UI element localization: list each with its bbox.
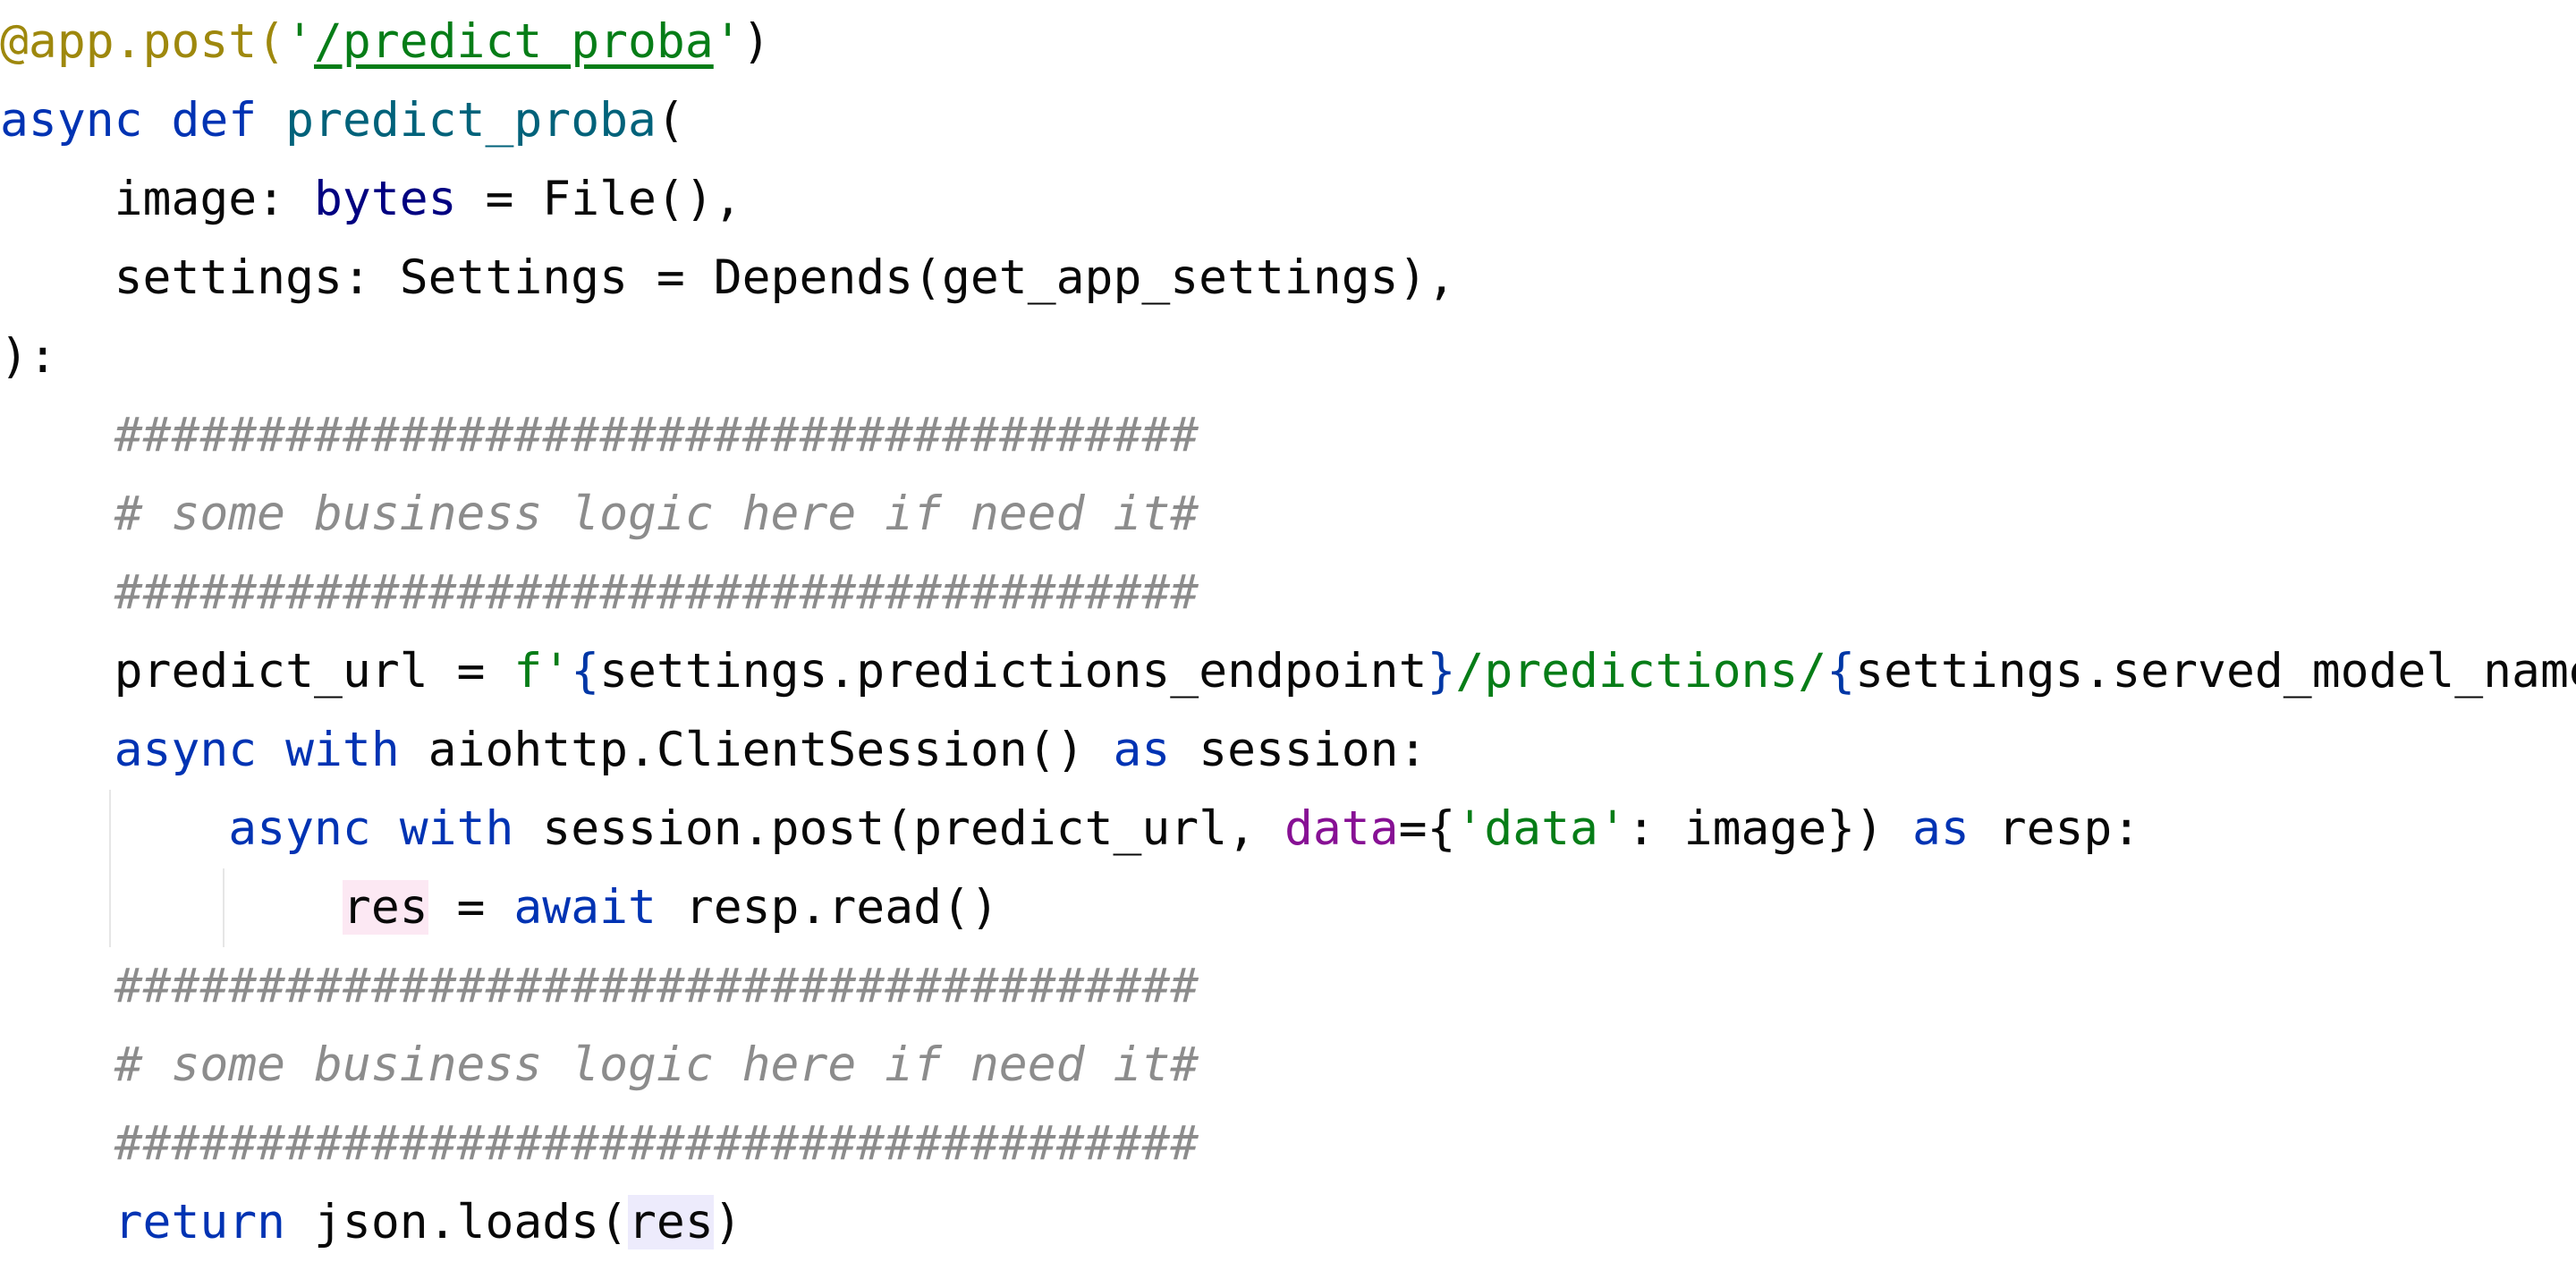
code-token: 'data' [1455,801,1627,856]
code-line[interactable]: ###################################### [0,1105,1199,1183]
code-token: settings.served_model_name [1855,644,2576,699]
code-line[interactable]: # some business logic here if need it# [0,1026,1199,1105]
code-token: /predict_proba [314,14,714,69]
code-token: ###################################### [114,1116,1199,1171]
code-token: ' [713,14,742,69]
code-token: ###################################### [114,408,1199,462]
code-token: { [1826,644,1856,699]
code-token: /predictions/ [1455,644,1827,699]
code-token: } [1427,644,1456,699]
code-token: as [1113,723,1171,777]
code-line[interactable]: return json.loads(res) [0,1183,742,1262]
code-token: data [1284,801,1399,856]
code-line[interactable]: ###################################### [0,554,1199,632]
code-line[interactable]: async with session.post(predict_url, dat… [0,790,2140,868]
code-line[interactable]: predict_url = f'{settings.predictions_en… [0,632,2576,711]
code-token: async [228,801,371,856]
code-token: session.post(predict_url, [513,801,1284,856]
code-token: ( [656,93,685,148]
code-token: image: [114,172,315,226]
code-token: await [513,880,657,935]
code-token: session: [1170,723,1428,777]
code-token: # some business logic here if need it# [114,1038,1199,1092]
code-token: return [114,1195,286,1249]
code-token: bytes [314,172,457,226]
code-token: ###################################### [114,565,1199,620]
code-token: f' [513,644,572,699]
code-token: with [285,723,400,777]
code-line[interactable]: async def predict_proba( [0,81,685,160]
code-token: resp: [1969,801,2141,856]
code-token: json.loads( [285,1195,628,1249]
code-line[interactable]: ###################################### [0,947,1199,1026]
code-line[interactable]: @app.post('/predict_proba') [0,3,771,81]
code-line[interactable]: ): [0,318,57,396]
code-token: ###################################### [114,959,1199,1013]
code-token: async [0,93,143,148]
indent-guide [109,790,111,947]
code-token: def [171,93,258,148]
code-token: ' [285,14,315,69]
code-token: res [628,1195,714,1249]
code-line[interactable]: res = await resp.read() [0,868,999,947]
code-editor[interactable]: @app.post('/predict_proba') async def pre… [0,0,2576,1259]
code-token: settings.predictions_endpoint [599,644,1428,699]
code-token: as [1911,801,1970,856]
code-token: predict_proba [285,93,657,148]
indent-guide [223,868,225,947]
code-line[interactable]: image: bytes = File(), [0,160,742,239]
code-line[interactable]: ###################################### [0,396,1199,475]
code-token: async [114,723,258,777]
code-token: # some business logic here if need it# [114,487,1199,541]
code-token: : image}) [1626,801,1912,856]
code-token: predict_url = [114,644,514,699]
code-token: ) [713,1195,742,1249]
code-line[interactable]: settings: Settings = Depends(get_app_set… [0,239,1456,318]
code-token: ): [0,329,57,384]
code-token: res [342,880,428,935]
code-token: with [399,801,514,856]
code-token: = [428,880,514,935]
code-token: ={ [1398,801,1456,856]
code-token: ) [741,14,771,69]
code-line[interactable]: async with aiohttp.ClientSession() as se… [0,711,1428,790]
code-token: aiohttp.ClientSession() [399,723,1114,777]
code-token: = File(), [456,172,742,226]
code-token: { [571,644,600,699]
code-token: @app.post( [0,14,286,69]
code-token: settings: Settings = Depends(get_app_set… [114,250,1456,305]
code-token: resp.read() [656,880,999,935]
code-line[interactable]: # some business logic here if need it# [0,475,1199,554]
